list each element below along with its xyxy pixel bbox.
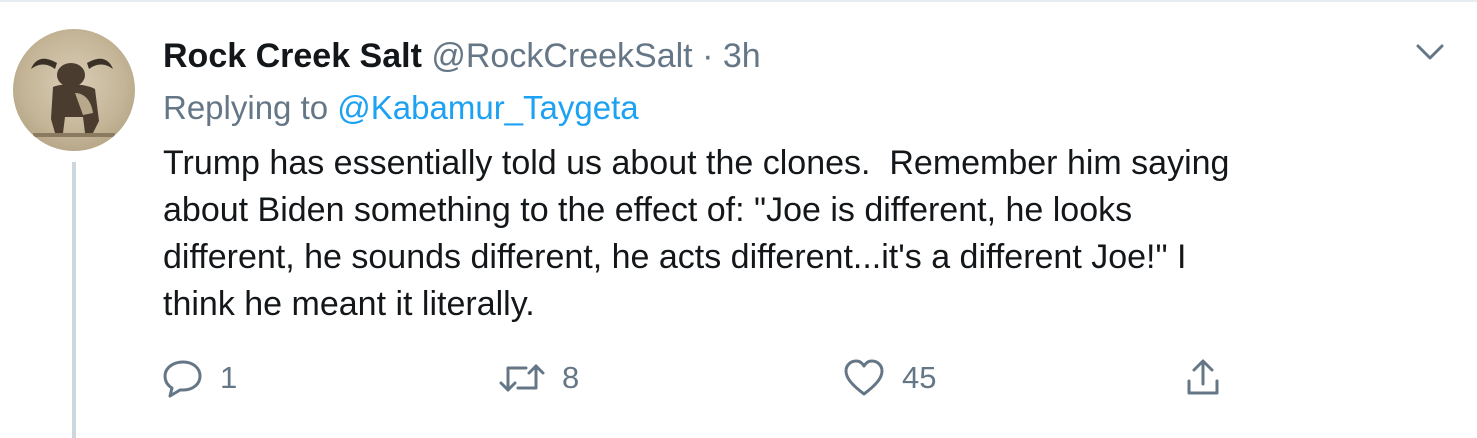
retweet-count: 8 bbox=[562, 360, 580, 395]
separator-dot: · bbox=[702, 37, 714, 75]
user-handle[interactable]: @RockCreekSalt bbox=[431, 37, 692, 75]
tweet-text: Trump has essentially told us about the … bbox=[163, 144, 1230, 323]
retweet-icon bbox=[498, 358, 546, 398]
reply-icon bbox=[162, 358, 204, 398]
heart-icon bbox=[842, 358, 886, 398]
replying-to-line: Replying to @Kabamur_Taygeta bbox=[163, 86, 639, 130]
timestamp[interactable]: 3h bbox=[723, 37, 761, 75]
share-button[interactable] bbox=[1183, 356, 1223, 400]
goat-avatar-image bbox=[31, 58, 115, 137]
display-name[interactable]: Rock Creek Salt bbox=[163, 37, 422, 75]
reply-button[interactable]: 1 bbox=[162, 356, 237, 400]
like-count: 45 bbox=[902, 360, 937, 395]
tweet-header: Rock Creek Salt @RockCreekSalt · 3h bbox=[163, 34, 761, 78]
thread-line bbox=[72, 162, 76, 438]
chevron-down-icon[interactable] bbox=[1410, 38, 1450, 68]
replying-to-label: Replying to bbox=[163, 89, 329, 126]
replying-to-user-link[interactable]: @Kabamur_Taygeta bbox=[337, 89, 638, 126]
reply-count: 1 bbox=[220, 360, 238, 395]
share-icon bbox=[1183, 357, 1223, 399]
retweet-button[interactable]: 8 bbox=[498, 356, 579, 400]
avatar[interactable] bbox=[13, 29, 135, 151]
like-button[interactable]: 45 bbox=[842, 356, 936, 400]
tweet[interactable]: Rock Creek Salt @RockCreekSalt · 3h Repl… bbox=[0, 0, 1477, 438]
